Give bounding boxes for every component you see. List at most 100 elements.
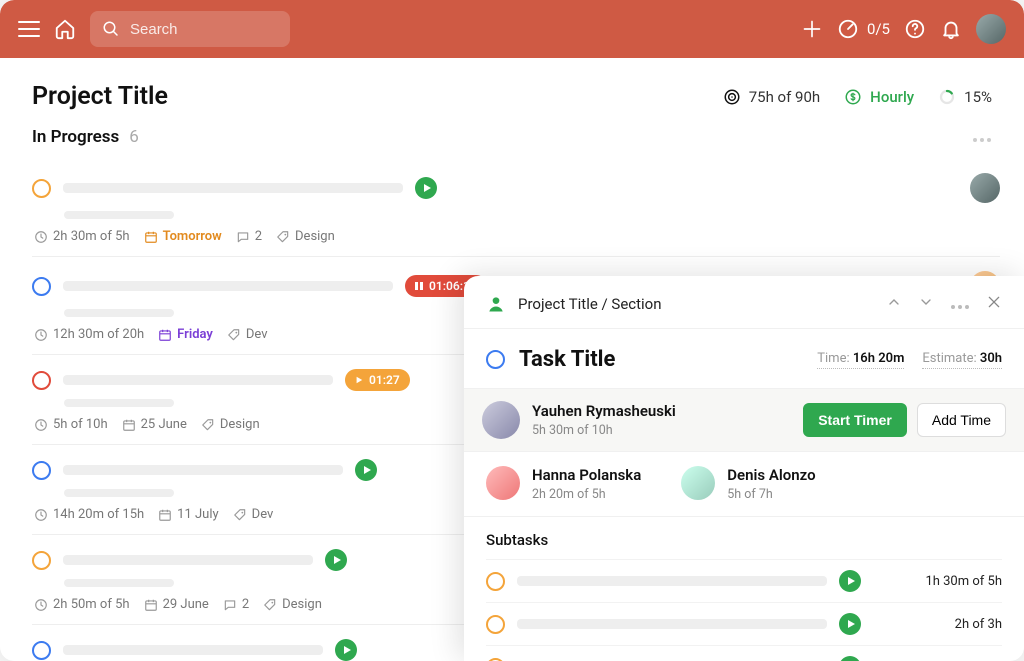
subtask-row[interactable]: 2h of 3h bbox=[486, 602, 1002, 645]
assignee-time: 5h of 7h bbox=[727, 487, 815, 502]
status-label: In Progress bbox=[32, 127, 119, 147]
assignee-avatar[interactable] bbox=[486, 466, 520, 500]
play-timer-pill[interactable]: 01:27 bbox=[345, 369, 410, 391]
project-title: Project Title bbox=[32, 82, 168, 111]
task-desc-placeholder bbox=[64, 399, 174, 407]
task-date[interactable]: Tomorrow bbox=[144, 229, 222, 244]
breadcrumb[interactable]: Project Title / Section bbox=[518, 295, 662, 313]
start-timer-button[interactable]: Start Timer bbox=[803, 403, 907, 437]
subtask-title-placeholder bbox=[517, 576, 827, 586]
close-icon[interactable] bbox=[986, 294, 1002, 314]
subtask-title-placeholder bbox=[517, 619, 827, 629]
add-time-button[interactable]: Add Time bbox=[917, 403, 1006, 437]
dollar-circle-icon bbox=[844, 88, 862, 106]
search-input[interactable] bbox=[130, 21, 270, 38]
task-time: 12h 30m of 20h bbox=[34, 327, 144, 342]
task-date[interactable]: Friday bbox=[158, 327, 213, 342]
task-time: 2h 30m of 5h bbox=[34, 229, 130, 244]
task-tag[interactable]: Design bbox=[201, 417, 260, 432]
target-icon bbox=[723, 88, 741, 106]
rate-indicator: Hourly bbox=[844, 88, 914, 106]
play-button[interactable] bbox=[415, 177, 437, 199]
task-status-circle[interactable] bbox=[32, 461, 51, 480]
task-title-placeholder bbox=[63, 375, 333, 385]
subtask-time: 2h of 3h bbox=[955, 617, 1002, 632]
budget-indicator: 75h of 90h bbox=[723, 88, 820, 106]
rate-text: Hourly bbox=[870, 88, 914, 106]
task-row[interactable]: 2h 30m of 5h Tomorrow 2 Design bbox=[32, 159, 1000, 256]
user-avatar[interactable] bbox=[976, 14, 1006, 44]
assignee-avatar[interactable] bbox=[681, 466, 715, 500]
task-status-circle[interactable] bbox=[32, 641, 51, 660]
subtask-row[interactable]: 1h 30m of 5h bbox=[486, 559, 1002, 602]
task-title-placeholder bbox=[63, 555, 313, 565]
task-detail-panel: Project Title / Section Task Title Time:… bbox=[464, 276, 1024, 661]
detail-more-icon[interactable] bbox=[950, 295, 970, 314]
help-icon[interactable] bbox=[904, 18, 926, 40]
task-tag[interactable]: Design bbox=[263, 597, 322, 612]
chevron-down-icon[interactable] bbox=[918, 294, 934, 314]
assignee-avatar[interactable] bbox=[482, 401, 520, 439]
more-dots-icon[interactable] bbox=[972, 128, 992, 147]
subtask-status-circle[interactable] bbox=[486, 615, 505, 634]
assignee-time: 5h 30m of 10h bbox=[532, 423, 676, 438]
time-stat[interactable]: Time: 16h 20m bbox=[817, 351, 904, 369]
subtask-row[interactable] bbox=[486, 645, 1002, 661]
assignee-name: Hanna Polanska bbox=[532, 466, 641, 484]
chevron-up-icon[interactable] bbox=[886, 294, 902, 314]
task-assignee-avatar[interactable] bbox=[970, 173, 1000, 203]
play-button[interactable] bbox=[325, 549, 347, 571]
play-button[interactable] bbox=[355, 459, 377, 481]
task-desc-placeholder bbox=[64, 309, 174, 317]
play-button[interactable] bbox=[839, 570, 861, 592]
subtasks-heading: Subtasks bbox=[464, 517, 1024, 559]
menu-icon[interactable] bbox=[18, 18, 40, 40]
home-icon[interactable] bbox=[54, 18, 76, 40]
assignee-time: 2h 20m of 5h bbox=[532, 487, 641, 502]
task-status-circle[interactable] bbox=[32, 551, 51, 570]
other-assignee[interactable]: Hanna Polanska 2h 20m of 5h bbox=[486, 466, 641, 502]
task-title-placeholder bbox=[63, 645, 323, 655]
add-icon[interactable] bbox=[801, 18, 823, 40]
task-time: 2h 50m of 5h bbox=[34, 597, 130, 612]
task-desc-placeholder bbox=[64, 211, 174, 219]
task-time: 14h 20m of 15h bbox=[34, 507, 144, 522]
task-title-placeholder bbox=[63, 183, 403, 193]
task-title-placeholder bbox=[63, 281, 393, 291]
task-date[interactable]: 29 June bbox=[144, 597, 209, 612]
task-detail-title: Task Title bbox=[519, 347, 615, 372]
timer-value: 01:27 bbox=[369, 373, 400, 387]
status-count: 6 bbox=[129, 127, 139, 147]
subtask-time: 1h 30m of 5h bbox=[925, 574, 1002, 589]
bell-icon[interactable] bbox=[940, 18, 962, 40]
task-status-circle[interactable] bbox=[32, 277, 51, 296]
user-icon bbox=[486, 294, 506, 314]
task-status-circle[interactable] bbox=[486, 350, 505, 369]
task-time: 5h of 10h bbox=[34, 417, 108, 432]
search-icon bbox=[102, 20, 120, 38]
subtask-status-circle[interactable] bbox=[486, 572, 505, 591]
search-box[interactable] bbox=[90, 11, 290, 47]
play-button[interactable] bbox=[839, 656, 861, 661]
estimate-stat[interactable]: Estimate: 30h bbox=[922, 351, 1002, 369]
task-desc-placeholder bbox=[64, 489, 174, 497]
subtask-status-circle[interactable] bbox=[486, 658, 505, 661]
speed-icon[interactable] bbox=[837, 18, 859, 40]
task-comments[interactable]: 2 bbox=[236, 229, 262, 244]
header-count: 0/5 bbox=[867, 20, 890, 38]
play-button[interactable] bbox=[335, 639, 357, 661]
task-date[interactable]: 25 June bbox=[122, 417, 187, 432]
task-tag[interactable]: Design bbox=[276, 229, 335, 244]
task-status-circle[interactable] bbox=[32, 179, 51, 198]
task-tag[interactable]: Dev bbox=[227, 327, 268, 342]
task-tag[interactable]: Dev bbox=[233, 507, 274, 522]
task-comments[interactable]: 2 bbox=[223, 597, 249, 612]
assignee-name: Yauhen Rymasheuski bbox=[532, 402, 676, 420]
task-status-circle[interactable] bbox=[32, 371, 51, 390]
play-button[interactable] bbox=[839, 613, 861, 635]
assignee-name: Denis Alonzo bbox=[727, 466, 815, 484]
task-title-placeholder bbox=[63, 465, 343, 475]
task-desc-placeholder bbox=[64, 579, 174, 587]
other-assignee[interactable]: Denis Alonzo 5h of 7h bbox=[681, 466, 815, 502]
task-date[interactable]: 11 July bbox=[158, 507, 219, 522]
